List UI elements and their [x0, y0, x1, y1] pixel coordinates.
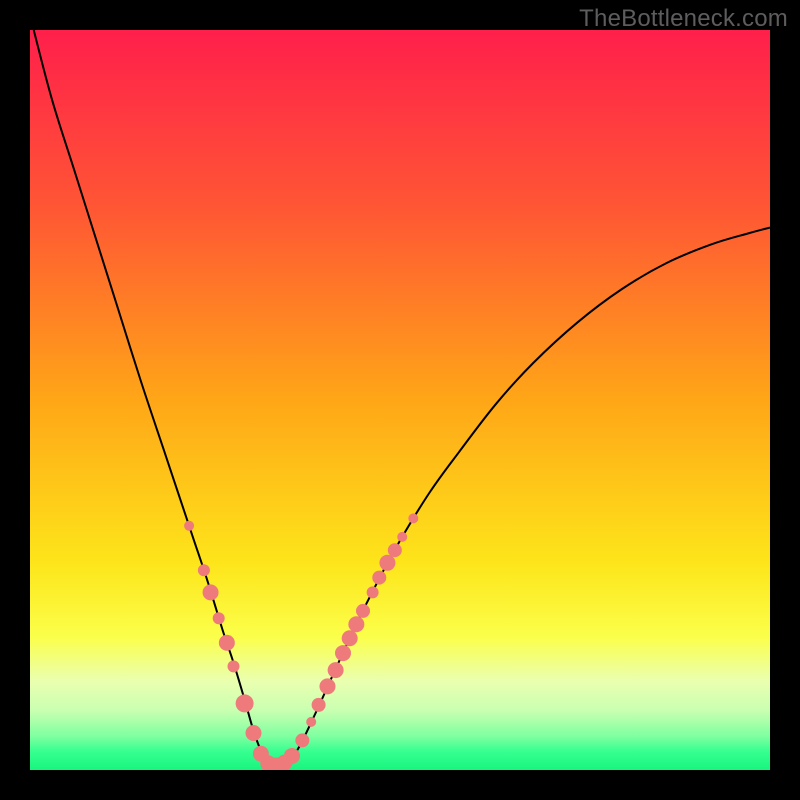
data-marker — [388, 543, 402, 557]
data-marker — [372, 571, 386, 585]
data-marker — [348, 616, 364, 632]
data-marker — [367, 586, 379, 598]
data-marker — [245, 725, 261, 741]
data-marker — [284, 748, 300, 764]
data-marker — [319, 678, 335, 694]
data-marker — [342, 630, 358, 646]
data-marker — [328, 662, 344, 678]
curve-layer — [30, 30, 770, 770]
data-marker — [228, 660, 240, 672]
data-marker — [335, 645, 351, 661]
watermark-text: TheBottleneck.com — [579, 5, 788, 33]
marker-group — [184, 513, 418, 770]
data-marker — [184, 521, 194, 531]
data-marker — [213, 612, 225, 624]
data-marker — [379, 555, 395, 571]
data-marker — [306, 717, 316, 727]
data-marker — [198, 564, 210, 576]
data-marker — [397, 532, 407, 542]
data-marker — [203, 584, 219, 600]
bottleneck-curve — [34, 30, 770, 768]
data-marker — [312, 698, 326, 712]
data-marker — [219, 635, 235, 651]
plot-area — [30, 30, 770, 770]
chart-frame: TheBottleneck.com — [0, 0, 800, 800]
data-marker — [356, 604, 370, 618]
data-marker — [295, 733, 309, 747]
data-marker — [236, 694, 254, 712]
data-marker — [408, 513, 418, 523]
